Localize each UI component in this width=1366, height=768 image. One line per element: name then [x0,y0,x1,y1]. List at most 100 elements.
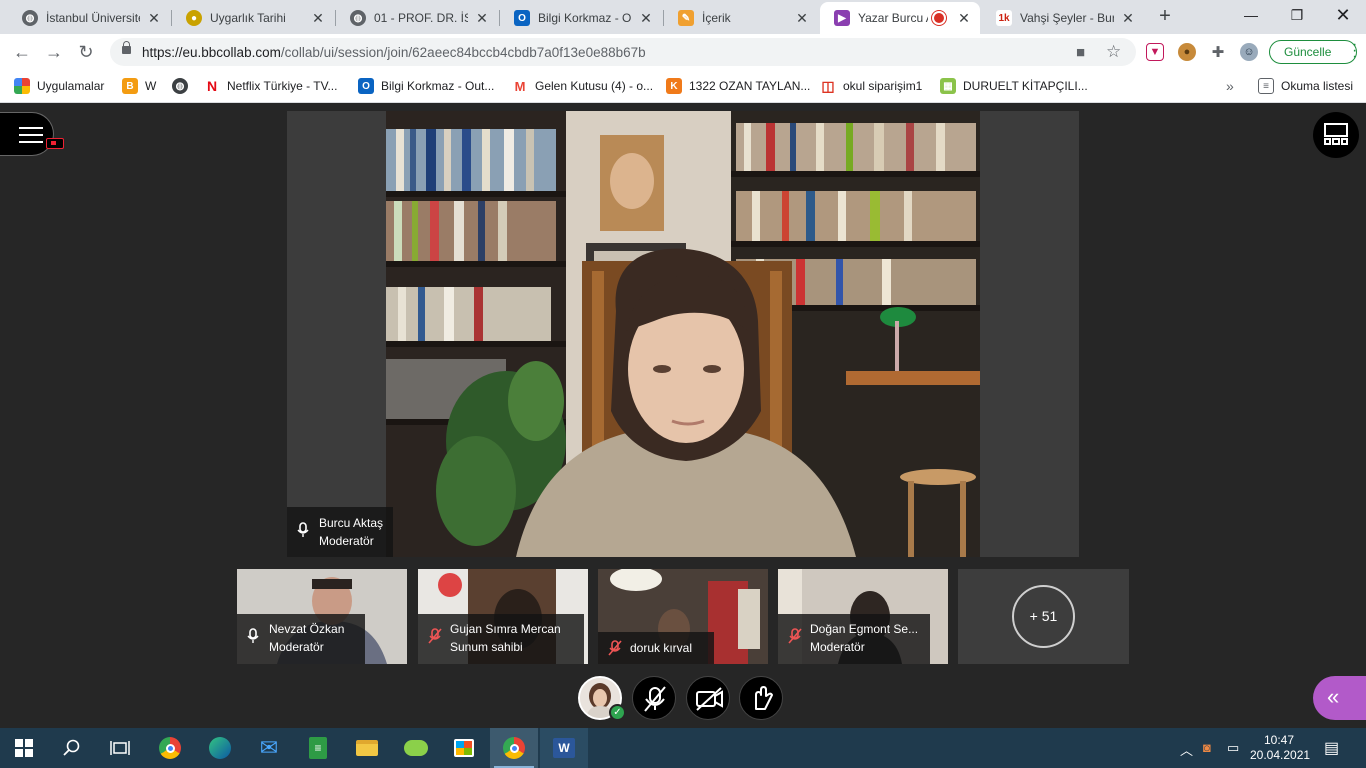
collaborate-panel-toggle[interactable]: « [1313,676,1366,720]
bookmark-item[interactable]: ▦ DURUELT KİTAPÇILI... [940,77,1088,95]
close-tab-icon[interactable]: ✕ [146,10,162,27]
more-participants-tile[interactable]: + 51 [958,569,1129,664]
camera-off-icon [696,687,723,711]
microphone-icon [297,522,309,537]
bookmark-item[interactable]: B W [122,77,156,95]
browser-tab[interactable]: 1k Vahşi Şeyler - Burcu ✕ [982,2,1144,34]
participant-tile[interactable]: Gujan Sımra Mercan Sunum sahibi [418,569,588,664]
recording-icon [934,13,944,23]
globe-icon: ◍ [172,78,188,94]
browser-tab-active[interactable]: ▶ Yazar Burcu Aktaş ✕ [820,2,980,34]
cookie-extension-icon[interactable]: ● [1178,43,1196,61]
browser-tab[interactable]: ● Uygarlık Tarihi ✕ [172,2,334,34]
raise-hand-icon [755,686,773,710]
raise-hand-button[interactable] [739,676,783,720]
chrome-taskbar-button[interactable] [146,728,194,768]
restore-button[interactable]: ❐ [1274,0,1320,30]
bookmark-item[interactable]: ◍ [172,77,195,95]
bookmark-star-icon[interactable]: ☆ [1106,42,1121,62]
antivirus-tray-icon[interactable]: ◙ [1203,740,1211,755]
layout-toggle-button[interactable] [1313,112,1359,158]
browser-tab[interactable]: ✎ İçerik ✕ [664,2,818,34]
back-button[interactable]: ← [10,40,34,64]
camera-toggle-button[interactable] [686,676,730,720]
browser-tab[interactable]: ◍ İstanbul Üniversitesi ✕ [8,2,170,34]
profile-avatar-icon[interactable]: ☺ [1240,43,1258,61]
mail-icon: ✉ [259,735,279,760]
muted-microphone-icon [788,628,802,644]
participant-tile[interactable]: Doğan Egmont Se... Moderatör [778,569,948,664]
outlook-icon: O [514,10,530,26]
main-speaker-video[interactable]: Burcu Aktaş Moderatör [287,111,1079,557]
shield-extension-icon[interactable]: ▼ [1146,43,1164,61]
windows-logo-icon [15,739,33,757]
battery-icon[interactable]: ▭ [1227,740,1239,756]
close-tab-icon[interactable]: ✕ [794,10,810,27]
close-tab-icon[interactable]: ✕ [1120,10,1136,27]
close-window-button[interactable]: ✕ [1320,0,1366,30]
more-participants-count: + 51 [1012,585,1075,648]
status-available-icon: ✓ [609,704,626,721]
bookmark-item[interactable]: O Bilgi Korkmaz - Out... [358,77,494,95]
reading-list-button[interactable]: ≡ Okuma listesi [1258,77,1353,95]
reload-button[interactable]: ↻ [74,40,98,64]
bookmark-item[interactable]: M Gelen Kutusu (4) - o... [512,77,653,95]
system-clock[interactable]: 10:47 20.04.2021 [1250,733,1310,763]
outlook-icon: O [358,78,374,94]
kebab-menu-icon[interactable]: · · · [1352,37,1360,65]
bookmark-item[interactable]: N Netflix Türkiye - TV... [204,77,337,95]
search-button[interactable] [48,728,96,768]
extensions-puzzle-icon[interactable]: ✚ [1209,43,1227,61]
bookmark-apps[interactable]: Uygulamalar [14,77,104,95]
bookmarks-bar: Uygulamalar B W ◍ N Netflix Türkiye - TV… [0,70,1366,103]
windows-taskbar: ✉ ≡ W ︿ ◙ ▭ 10:47 20.04.2021 ▤ [0,728,1366,768]
cloud-app-icon [404,740,428,756]
file-explorer-taskbar-button[interactable] [343,728,391,768]
action-center-icon[interactable]: ▤ [1324,738,1339,758]
kidz-icon: K [666,78,682,94]
participant-nameplate: Doğan Egmont Se... Moderatör [778,614,930,664]
store-bag-icon [454,739,474,757]
update-button[interactable]: Güncelle [1269,40,1357,64]
task-view-button[interactable] [96,728,144,768]
forward-button[interactable]: → [42,40,66,64]
search-icon [63,739,80,756]
show-hidden-icons-icon[interactable]: ︿ [1180,740,1193,759]
apps-grid-icon [14,78,30,94]
edge-taskbar-button[interactable] [196,728,244,768]
globe-icon: ◍ [22,10,38,26]
new-tab-button[interactable]: + [1154,6,1176,28]
book-icon: ◫ [820,77,836,94]
browser-tab[interactable]: O Bilgi Korkmaz - Outlook ✕ [500,2,662,34]
mail-taskbar-button[interactable]: ✉ [245,728,293,768]
muted-microphone-icon [608,640,622,656]
address-bar[interactable]: https://eu.bbcollab.com/collab/ui/sessio… [110,38,1136,66]
camera-blocked-icon[interactable]: ■ [1076,44,1085,61]
close-tab-icon[interactable]: ✕ [956,10,972,27]
start-button[interactable] [0,728,48,768]
tab-strip: ◍ İstanbul Üniversitesi ✕ ● Uygarlık Tar… [0,0,1366,34]
bookmark-item[interactable]: K 1322 OZAN TAYLAN... [666,77,810,95]
app-taskbar-button[interactable]: ≡ [294,728,342,768]
session-menu-button[interactable] [0,112,54,156]
participant-nameplate: Gujan Sımra Mercan Sunum sahibi [418,614,584,664]
pencil-icon: ✎ [678,10,694,26]
store-taskbar-button[interactable] [440,728,488,768]
chrome-active-taskbar-button[interactable] [490,728,538,768]
participant-tile[interactable]: doruk kırval [598,569,768,664]
microphone-toggle-button[interactable] [632,676,676,720]
close-tab-icon[interactable]: ✕ [638,10,654,27]
app-taskbar-button[interactable] [392,728,440,768]
bookmark-item[interactable]: ◫ okul siparişim1 [820,77,922,95]
more-bookmarks-icon[interactable]: » [1226,77,1234,95]
recording-camera-icon [46,138,64,149]
close-tab-icon[interactable]: ✕ [310,10,326,27]
minimize-button[interactable]: — [1228,0,1274,30]
participant-tile[interactable]: Nevzat Özkan Moderatör [237,569,407,664]
address-url: https://eu.bbcollab.com/collab/ui/sessio… [142,45,646,60]
close-tab-icon[interactable]: ✕ [474,10,490,27]
university-logo-icon: ● [186,10,202,26]
word-taskbar-button[interactable]: W [540,728,588,768]
speaker-role: Moderatör [319,534,374,548]
browser-tab[interactable]: ◍ 01 - PROF. DR. İSMAİL ✕ [336,2,498,34]
